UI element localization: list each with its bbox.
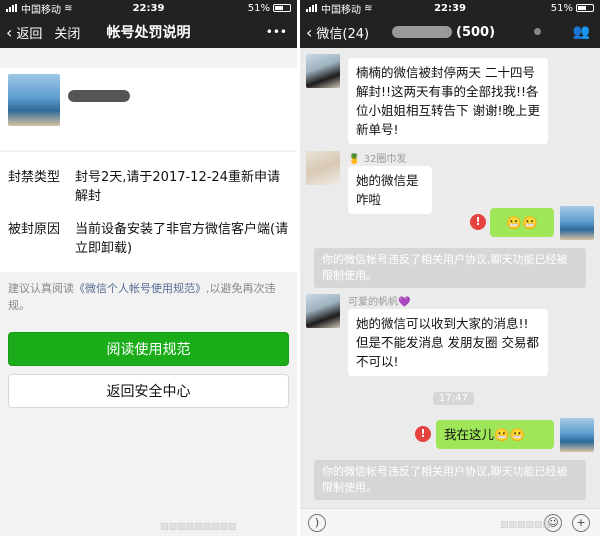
back-chevron-icon[interactable]: ‹ xyxy=(6,23,12,42)
my-message-1[interactable]: 😬😬 xyxy=(490,208,554,237)
reason-value: 当前设备安装了非官方微信客户端(请立即卸载) xyxy=(75,222,289,256)
battery-icon xyxy=(576,4,594,12)
battery-percent: 51% xyxy=(550,2,573,14)
nav-bar: ‹ 返回 关闭 帐号处罚说明 ••• xyxy=(0,16,297,48)
system-notice-2: 你的微信帐号违反了相关用户协议,聊天功能已经被限制使用。 xyxy=(314,460,586,500)
redacted-group-name xyxy=(392,26,452,38)
message-bubble-2[interactable]: 她的微信是咋啦 xyxy=(348,166,432,214)
chat-area: 楠楠的微信被封停两天 二十四号解封!!这两天有事的全部找我!!各位小姐姐相互转告… xyxy=(300,48,600,508)
ban-type-value: 封号2天,请于2017-12-24重新申请解封 xyxy=(75,170,280,204)
avatar[interactable] xyxy=(306,294,340,328)
message-bubble-4[interactable]: 她的微信可以收到大家的消息!!但是不能发消息 发朋友圈 交易都不可以! xyxy=(348,309,548,376)
advice-note: 建议认真阅读《微信个人帐号使用规范》,以避免再次违规。 xyxy=(0,272,297,322)
reason-row: 被封原因 当前设备安装了非官方微信客户端(请立即卸载) xyxy=(8,220,289,258)
avatar xyxy=(8,74,60,126)
status-bar: 中国移动 ≋ 22:39 51% xyxy=(300,0,600,16)
battery-icon xyxy=(273,4,291,12)
group-members-icon[interactable]: 👥 xyxy=(573,24,590,40)
group-member-count: (500) xyxy=(456,24,496,40)
watermark: ▨▨▨▨▨▨▨▨▨ xyxy=(160,522,237,532)
more-icon[interactable]: ••• xyxy=(266,25,287,39)
read-rules-button[interactable]: 阅读使用规范 xyxy=(8,332,289,366)
status-bar: 中国移动 ≋ 22:39 51% xyxy=(0,0,297,16)
my-avatar[interactable] xyxy=(560,206,594,240)
back-to-chats-button[interactable]: 微信(24) xyxy=(316,23,369,42)
carrier-label: 中国移动 xyxy=(21,4,61,16)
avatar[interactable] xyxy=(306,54,340,88)
ban-type-label: 封禁类型 xyxy=(8,170,61,185)
penalty-info: 封禁类型 封号2天,请于2017-12-24重新申请解封 被封原因 当前设备安装… xyxy=(0,152,297,272)
reason-label: 被封原因 xyxy=(8,222,61,237)
chat-nav-bar: ‹ 微信(24) (500) 👥 xyxy=(300,16,600,48)
page-title: 帐号处罚说明 xyxy=(106,25,191,41)
back-chevron-icon[interactable]: ‹ xyxy=(306,23,312,42)
voice-icon[interactable]: ) xyxy=(308,514,326,532)
back-button[interactable]: 返回 xyxy=(16,23,42,42)
my-avatar[interactable] xyxy=(560,418,594,452)
left-screen: 中国移动 ≋ 22:39 51% ‹ 返回 关闭 帐号处罚说明 ••• 封禁类型… xyxy=(0,0,297,536)
back-to-security-button[interactable]: 返回安全中心 xyxy=(8,374,289,408)
plus-icon[interactable]: + xyxy=(572,514,590,532)
signal-icon xyxy=(6,4,18,12)
sender-name-2: 🍍 32圈巾发 xyxy=(348,154,407,165)
signal-icon xyxy=(306,4,318,12)
note-prefix: 建议认真阅读 xyxy=(8,282,74,295)
profile-card xyxy=(0,68,297,150)
battery-percent: 51% xyxy=(247,2,270,14)
send-failed-icon[interactable]: ! xyxy=(415,426,431,442)
muted-icon xyxy=(534,28,541,35)
wifi-icon: ≋ xyxy=(61,2,73,14)
message-bubble-1[interactable]: 楠楠的微信被封停两天 二十四号解封!!这两天有事的全部找我!!各位小姐姐相互转告… xyxy=(348,58,548,144)
usage-rules-link[interactable]: 《微信个人帐号使用规范》 xyxy=(74,282,206,295)
close-button[interactable]: 关闭 xyxy=(54,23,80,42)
redacted-username xyxy=(68,90,130,102)
wifi-icon: ≋ xyxy=(361,2,373,14)
my-message-2[interactable]: 我在这儿😬😬 xyxy=(436,420,554,449)
sender-name-4: 可爱的帆帆💜 xyxy=(348,297,411,308)
system-notice-1: 你的微信帐号违反了相关用户协议,聊天功能已经被限制使用。 xyxy=(314,248,586,288)
carrier-label: 中国移动 xyxy=(321,4,361,16)
watermark: ▨▨▨▨▨▨ xyxy=(500,520,552,530)
ban-type-row: 封禁类型 封号2天,请于2017-12-24重新申请解封 xyxy=(8,168,289,206)
right-screen: 中国移动 ≋ 22:39 51% ‹ 微信(24) (500) 👥 楠楠的微信被… xyxy=(300,0,600,536)
send-failed-icon[interactable]: ! xyxy=(470,214,486,230)
avatar[interactable] xyxy=(306,151,340,185)
timestamp-chip: 17:47 xyxy=(433,392,474,405)
input-bar: ) ☺ + xyxy=(300,508,600,536)
